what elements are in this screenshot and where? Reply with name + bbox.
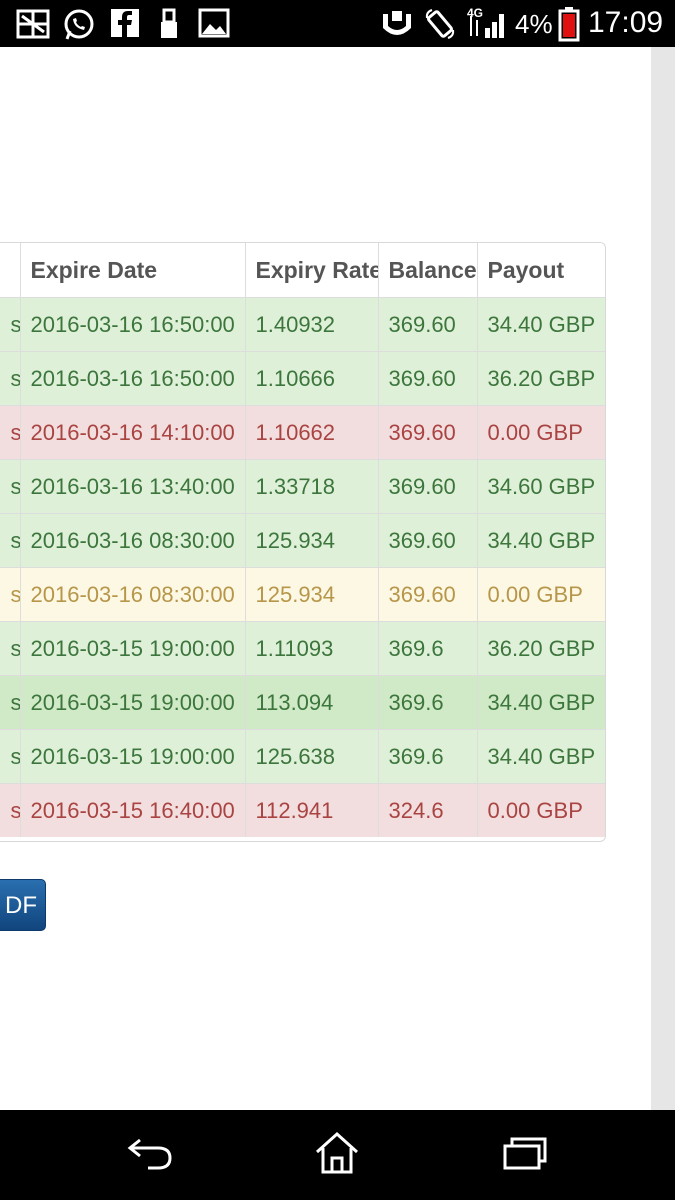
table-header-row: Expire Date Expiry Rate Balance Payout: [0, 243, 605, 298]
cell-truncated: s: [0, 513, 21, 568]
cell-truncated: s: [0, 675, 21, 730]
cell-balance: 369.6: [378, 729, 478, 784]
cell-balance: 369.60: [378, 405, 478, 460]
table-row: s2016-03-16 08:30:00125.934369.6034.40 G…: [0, 513, 605, 568]
table-row: s2016-03-16 13:40:001.33718369.6034.60 G…: [0, 459, 605, 514]
cell-balance: 324.6: [378, 783, 478, 837]
status-bar: 4G 4% 17:09: [0, 0, 675, 47]
table-row: s2016-03-15 19:00:001.11093369.636.20 GB…: [0, 621, 605, 676]
cell-truncated: s: [0, 783, 21, 837]
facebook-icon: [111, 9, 139, 37]
cell-payout: 36.20 GBP: [477, 621, 605, 676]
cell-expire-date: 2016-03-15 16:40:00: [20, 783, 246, 837]
image-icon: [198, 8, 230, 38]
cell-expiry-rate: 112.941: [245, 783, 379, 837]
cell-truncated: s: [0, 567, 21, 622]
table-body: s2016-03-16 16:50:001.40932369.6034.40 G…: [0, 297, 605, 837]
cell-balance: 369.6: [378, 621, 478, 676]
signal-icon: [470, 14, 504, 38]
nfc-icon: [383, 11, 411, 35]
cell-expiry-rate: 113.094: [245, 675, 379, 730]
photo-grid-icon: [16, 9, 50, 39]
table-row: s2016-03-15 16:40:00112.941324.60.00 GBP: [0, 783, 605, 837]
pdf-button[interactable]: DF: [0, 879, 46, 931]
cell-expiry-rate: 1.11093: [245, 621, 379, 676]
cell-payout: 0.00 GBP: [477, 405, 605, 460]
rotate-icon: [425, 9, 455, 39]
trades-table: Expire Date Expiry Rate Balance Payout s…: [0, 242, 606, 842]
cell-expiry-rate: 125.934: [245, 567, 379, 622]
table-row: s2016-03-16 08:30:00125.934369.600.00 GB…: [0, 567, 605, 622]
cell-truncated: s: [0, 621, 21, 676]
cell-truncated: s: [0, 459, 21, 514]
cell-truncated-text: s: [11, 366, 20, 392]
cell-payout: 36.20 GBP: [477, 351, 605, 406]
usb-icon: [161, 8, 177, 38]
cell-expiry-rate: 125.934: [245, 513, 379, 568]
table-row: s2016-03-16 16:50:001.10666369.6036.20 G…: [0, 351, 605, 406]
cell-expire-date: 2016-03-16 14:10:00: [20, 405, 246, 460]
cell-truncated-text: s: [11, 636, 20, 662]
cell-truncated-text: s: [11, 744, 20, 770]
cell-expire-date: 2016-03-15 19:00:00: [20, 729, 246, 784]
cell-truncated-text: s: [11, 474, 20, 500]
cell-expire-date: 2016-03-15 19:00:00: [20, 621, 246, 676]
navigation-bar: [0, 1110, 675, 1200]
whatsapp-icon: [64, 9, 94, 40]
cell-balance: 369.60: [378, 351, 478, 406]
column-header-balance[interactable]: Balance: [378, 243, 478, 298]
cell-expiry-rate: 1.40932: [245, 297, 379, 352]
cell-truncated-text: s: [11, 312, 20, 338]
column-header-expiry-rate[interactable]: Expiry Rate: [245, 243, 379, 298]
table-row: s2016-03-16 16:50:001.40932369.6034.40 G…: [0, 297, 605, 352]
pdf-button-label: DF: [5, 892, 37, 919]
cell-payout: 0.00 GBP: [477, 567, 605, 622]
cell-truncated: s: [0, 351, 21, 406]
cell-truncated-text: s: [11, 582, 20, 608]
cell-payout: 34.40 GBP: [477, 297, 605, 352]
cell-expire-date: 2016-03-16 16:50:00: [20, 297, 246, 352]
battery-percent: 4%: [515, 9, 553, 39]
cell-expire-date: 2016-03-16 08:30:00: [20, 567, 246, 622]
cell-expiry-rate: 1.10666: [245, 351, 379, 406]
cell-truncated: s: [0, 729, 21, 784]
cell-balance: 369.6: [378, 675, 478, 730]
cell-expiry-rate: 125.638: [245, 729, 379, 784]
page-scrollbar[interactable]: [651, 47, 675, 1110]
cell-truncated-text: s: [11, 798, 20, 824]
cell-expire-date: 2016-03-16 08:30:00: [20, 513, 246, 568]
cell-expiry-rate: 1.33718: [245, 459, 379, 514]
cell-payout: 34.40 GBP: [477, 729, 605, 784]
battery-icon: [558, 7, 580, 42]
cell-payout: 0.00 GBP: [477, 783, 605, 837]
cell-expire-date: 2016-03-16 16:50:00: [20, 351, 246, 406]
cell-balance: 369.60: [378, 297, 478, 352]
recent-apps-icon[interactable]: [502, 1132, 548, 1172]
clock: 17:09: [588, 6, 664, 39]
cell-expire-date: 2016-03-15 19:00:00: [20, 675, 246, 730]
cell-payout: 34.60 GBP: [477, 459, 605, 514]
table-row: s2016-03-15 19:00:00125.638369.634.40 GB…: [0, 729, 605, 784]
cell-balance: 369.60: [378, 459, 478, 514]
cell-truncated-text: s: [11, 528, 20, 554]
cell-truncated-text: s: [11, 420, 20, 446]
cell-truncated: s: [0, 297, 21, 352]
cell-truncated: s: [0, 405, 21, 460]
column-header-payout[interactable]: Payout: [477, 243, 605, 298]
cell-expire-date: 2016-03-16 13:40:00: [20, 459, 246, 514]
cell-balance: 369.60: [378, 513, 478, 568]
table-row: s2016-03-15 19:00:00113.094369.634.40 GB…: [0, 675, 605, 730]
trades-table-grid: Expire Date Expiry Rate Balance Payout s…: [0, 243, 605, 837]
cell-balance: 369.60: [378, 567, 478, 622]
cell-payout: 34.40 GBP: [477, 675, 605, 730]
column-header-expire-date[interactable]: Expire Date: [20, 243, 246, 298]
cell-payout: 34.40 GBP: [477, 513, 605, 568]
column-header-truncated: [0, 243, 21, 298]
cell-expiry-rate: 1.10662: [245, 405, 379, 460]
cell-truncated-text: s: [11, 690, 20, 716]
web-page: Expire Date Expiry Rate Balance Payout s…: [0, 47, 651, 1110]
back-icon[interactable]: [126, 1132, 174, 1172]
table-row: s2016-03-16 14:10:001.10662369.600.00 GB…: [0, 405, 605, 460]
home-icon[interactable]: [314, 1130, 360, 1176]
